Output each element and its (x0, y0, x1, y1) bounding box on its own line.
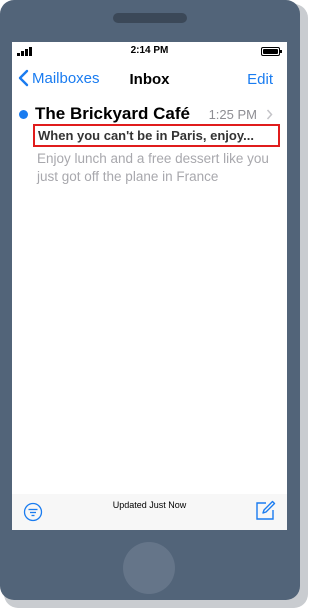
edit-button[interactable]: Edit (247, 71, 273, 88)
update-status: Updated Just Now (112, 500, 187, 510)
unread-dot-icon (19, 110, 28, 119)
message-time: 1:25 PM (208, 107, 257, 122)
chevron-right-icon (266, 109, 273, 120)
message-row[interactable]: The Brickyard Café 1:25 PM When you can'… (12, 100, 287, 192)
message-subject: When you can't be in Paris, enjoy... (33, 124, 280, 147)
battery-icon (261, 47, 282, 56)
bottom-toolbar: Updated Just Now (12, 494, 287, 530)
compose-icon[interactable] (254, 500, 276, 522)
speaker-grille (113, 13, 187, 23)
home-button[interactable] (123, 542, 175, 594)
message-preview: Enjoy lunch and a free dessert like you … (37, 151, 269, 184)
phone-screen: 2:14 PM Mailboxes Inbox Edit The Brickya… (12, 42, 287, 530)
status-bar: 2:14 PM (12, 42, 287, 60)
phone-frame: 2:14 PM Mailboxes Inbox Edit The Brickya… (0, 0, 300, 600)
navigation-bar: Mailboxes Inbox Edit (12, 60, 287, 98)
message-sender: The Brickyard Café (35, 104, 190, 123)
status-time: 2:14 PM (130, 45, 169, 56)
page-title: Inbox (129, 71, 170, 88)
